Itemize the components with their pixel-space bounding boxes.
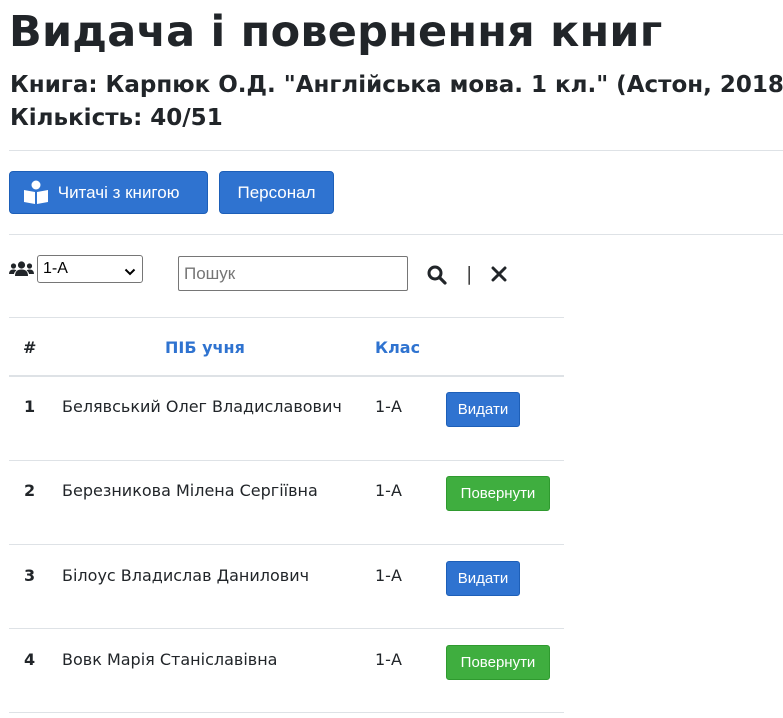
issue-button[interactable]: Видати: [446, 392, 520, 427]
row-number: 2: [24, 481, 36, 500]
column-header-number: #: [23, 338, 37, 357]
table-row: 3 Білоус Владислав Данилович 1-А Видати: [0, 545, 783, 629]
readers-button-label: Читачі з книгою: [57, 183, 180, 202]
student-class: 1-А: [375, 566, 402, 585]
student-class: 1-А: [375, 481, 402, 500]
users-icon: [9, 261, 34, 281]
student-name: Белявський Олег Владиславович: [62, 397, 342, 416]
table-row: 2 Березникова Мілена Сергіївна 1-А Повер…: [0, 460, 783, 544]
row-number: 4: [24, 650, 36, 669]
row-number: 1: [24, 397, 36, 416]
close-icon[interactable]: [491, 266, 507, 286]
book-info: Книга: Карпюк О.Д. "Англійська мова. 1 к…: [10, 72, 783, 98]
student-class: 1-А: [375, 650, 402, 669]
class-select[interactable]: 1-А: [37, 255, 143, 283]
toolbar-divider: [9, 234, 783, 235]
table-row: 4 Вовк Марія Станіславівна 1-А Повернути: [0, 629, 783, 713]
table-top-border: [9, 317, 564, 318]
student-name: Вовк Марія Станіславівна: [62, 650, 278, 669]
table-row: 1 Белявський Олег Владиславович 1-А Вида…: [0, 376, 783, 460]
reader-book-icon: [23, 180, 58, 204]
row-number: 3: [24, 566, 36, 585]
class-select-value: 1-А: [43, 260, 68, 277]
issue-button[interactable]: Видати: [446, 561, 520, 596]
student-name: Білоус Владислав Данилович: [62, 566, 310, 585]
student-name: Березникова Мілена Сергіївна: [62, 481, 318, 500]
search-input[interactable]: [178, 256, 408, 291]
chevron-down-icon: [124, 262, 136, 288]
readers-with-book-button[interactable]: Читачі з книгою: [9, 171, 208, 214]
header-divider: [9, 150, 783, 151]
search-icon[interactable]: [427, 265, 447, 289]
page-title: Видача і повернення книг: [9, 7, 663, 57]
book-count: Кількість: 40/51: [10, 105, 223, 131]
staff-button[interactable]: Персонал: [219, 171, 334, 214]
return-button[interactable]: Повернути: [446, 476, 550, 511]
column-header-class[interactable]: Клас: [375, 337, 420, 359]
return-button[interactable]: Повернути: [446, 645, 550, 680]
search-separator: |: [466, 263, 473, 285]
row-divider: [9, 712, 564, 713]
column-header-name[interactable]: ПІБ учня: [165, 337, 245, 359]
student-class: 1-А: [375, 397, 402, 416]
